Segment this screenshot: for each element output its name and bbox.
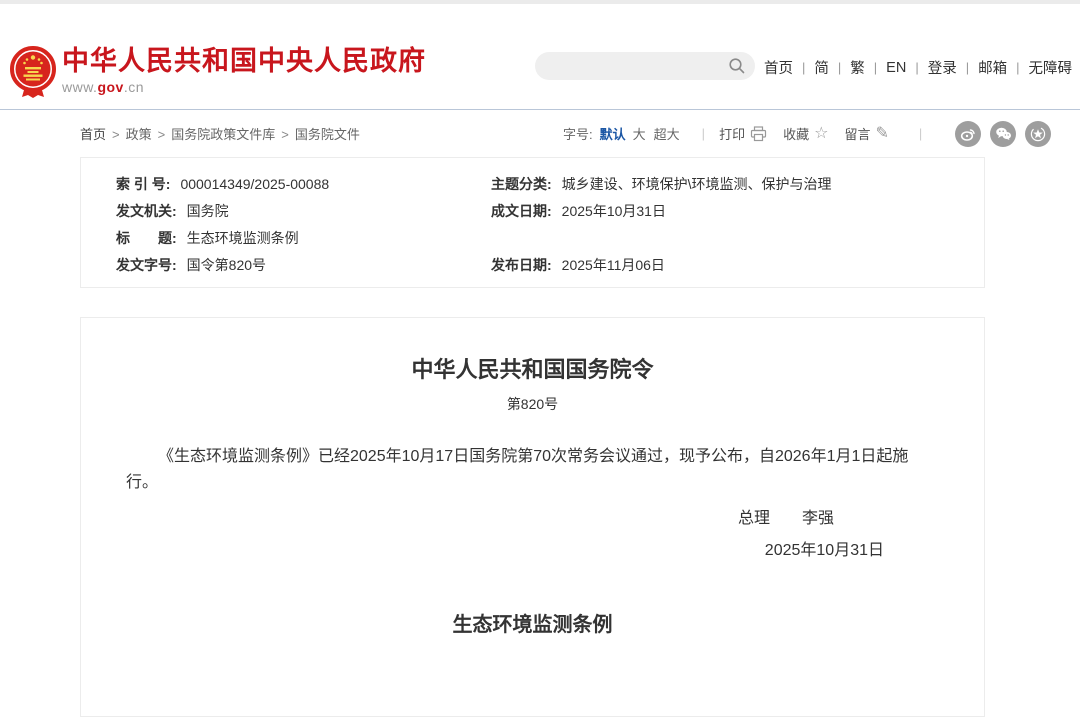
site-url-www: www.	[62, 79, 97, 95]
breadcrumb-state-council-docs[interactable]: 国务院文件	[295, 127, 360, 142]
nav-separator: |	[802, 60, 805, 75]
site-url-cn: .cn	[124, 79, 144, 95]
document-content-panel: 中华人民共和国国务院令 第820号 《生态环境监测条例》已经2025年10月17…	[80, 317, 985, 717]
meta-row-index-number: 索 引 号: 000014349/2025-00088	[116, 171, 491, 198]
share-icons	[946, 121, 1051, 147]
meta-label: 发布日期:	[491, 257, 552, 273]
meta-label: 标 题:	[116, 230, 177, 246]
wechat-icon	[995, 126, 1012, 141]
meta-value: 000014349/2025-00088	[180, 176, 329, 192]
page-tools: 字号: 默认 大 超大 | 打印 收藏 ☆ 留言 ✎ |	[563, 120, 1051, 147]
nav-home[interactable]: 首页	[764, 57, 793, 78]
favorite-button[interactable]: 收藏 ☆	[783, 124, 828, 143]
meta-row-issuing-agency: 发文机关: 国务院	[116, 198, 491, 225]
breadcrumb-policy-library[interactable]: 国务院政策文件库	[171, 127, 275, 142]
nav-separator: |	[966, 60, 969, 75]
comment-button[interactable]: 留言 ✎	[844, 124, 888, 143]
pencil-icon: ✎	[875, 126, 888, 142]
meta-value: 城乡建设、环境保护\环境监测、保护与治理	[562, 176, 832, 192]
star-icon: ☆	[814, 126, 828, 142]
signature-date: 2025年10月31日	[126, 538, 939, 564]
breadcrumb-separator: >	[281, 127, 289, 142]
top-nav: 首页 | 简 | 繁 | EN | 登录 | 邮箱 | 无障碍	[764, 57, 1072, 78]
print-button[interactable]: 打印	[719, 124, 767, 143]
meta-label: 索 引 号:	[116, 176, 170, 192]
wechat-share-button[interactable]	[990, 121, 1016, 147]
meta-label: 发文字号:	[116, 257, 177, 273]
site-url-gov: gov	[97, 79, 123, 95]
font-size-large-button[interactable]: 大	[633, 124, 646, 143]
breadcrumb-toolbar-row: 首页 > 政策 > 国务院政策文件库 > 国务院文件 字号: 默认 大 超大 | 打印 收藏…	[0, 110, 1080, 157]
nav-separator: |	[838, 60, 841, 75]
decree-title: 中华人民共和国国务院令	[126, 356, 939, 384]
nav-separator: |	[1016, 60, 1019, 75]
nav-accessibility[interactable]: 无障碍	[1029, 57, 1073, 78]
font-size-label: 字号:	[563, 124, 593, 143]
national-emblem-logo[interactable]	[10, 41, 56, 103]
font-size-default-button[interactable]: 默认	[600, 124, 626, 143]
font-size-xlarge-button[interactable]: 超大	[654, 124, 680, 143]
nav-simplified[interactable]: 简	[814, 57, 829, 78]
meta-row-document-number: 发文字号: 国令第820号	[116, 252, 491, 279]
meta-row-date-written: 成文日期: 2025年10月31日	[491, 198, 984, 225]
regulation-title: 生态环境监测条例	[126, 608, 939, 637]
search-bar[interactable]	[535, 52, 755, 80]
site-title[interactable]: 中华人民共和国中央人民政府	[62, 46, 426, 76]
nav-separator: |	[915, 60, 918, 75]
meta-value: 国务院	[187, 203, 229, 219]
favorite-label: 收藏	[783, 124, 809, 143]
meta-row-date-published: 发布日期: 2025年11月06日	[491, 252, 984, 279]
breadcrumb-policy[interactable]: 政策	[126, 127, 152, 142]
weibo-icon	[960, 126, 976, 142]
star-share-button[interactable]	[1025, 121, 1051, 147]
breadcrumb-separator: >	[112, 127, 120, 142]
printer-icon	[750, 126, 767, 142]
nav-separator: |	[874, 60, 877, 75]
meta-value: 2025年10月31日	[562, 203, 666, 219]
meta-row-empty	[491, 225, 984, 252]
search-input[interactable]	[547, 52, 723, 80]
signature-line: 总理 李强	[126, 506, 939, 532]
breadcrumb: 首页 > 政策 > 国务院政策文件库 > 国务院文件	[80, 124, 360, 143]
meta-row-subject-category: 主题分类: 城乡建设、环境保护\环境监测、保护与治理	[491, 171, 984, 198]
meta-value: 国令第820号	[187, 257, 266, 273]
comment-label: 留言	[844, 124, 870, 143]
site-url: www.gov.cn	[62, 79, 426, 95]
nav-english[interactable]: EN	[886, 60, 906, 76]
toolbar-pipe: |	[919, 126, 922, 141]
star-circle-icon	[1030, 126, 1046, 142]
search-icon[interactable]	[728, 57, 746, 75]
breadcrumb-separator: >	[158, 127, 166, 142]
meta-label: 成文日期:	[491, 203, 552, 219]
meta-label: 发文机关:	[116, 203, 177, 219]
breadcrumb-home[interactable]: 首页	[80, 127, 106, 142]
national-emblem-icon	[10, 41, 56, 103]
weibo-share-button[interactable]	[955, 121, 981, 147]
meta-label: 主题分类:	[491, 176, 552, 192]
meta-row-title: 标 题: 生态环境监测条例	[116, 225, 491, 252]
print-label: 打印	[719, 124, 745, 143]
decree-body-paragraph: 《生态环境监测条例》已经2025年10月17日国务院第70次常务会议通过，现予公…	[126, 444, 939, 496]
toolbar-pipe: |	[702, 126, 705, 141]
nav-traditional[interactable]: 繁	[850, 57, 865, 78]
nav-login[interactable]: 登录	[928, 57, 957, 78]
decree-number: 第820号	[126, 394, 939, 414]
document-metadata-panel: 索 引 号: 000014349/2025-00088 发文机关: 国务院 标 题:…	[80, 157, 985, 288]
nav-mail[interactable]: 邮箱	[978, 57, 1007, 78]
meta-value: 2025年11月06日	[562, 257, 665, 273]
meta-value: 生态环境监测条例	[187, 230, 299, 246]
site-header: 中华人民共和国中央人民政府 www.gov.cn 首页 | 简 | 繁 | EN…	[0, 4, 1080, 110]
